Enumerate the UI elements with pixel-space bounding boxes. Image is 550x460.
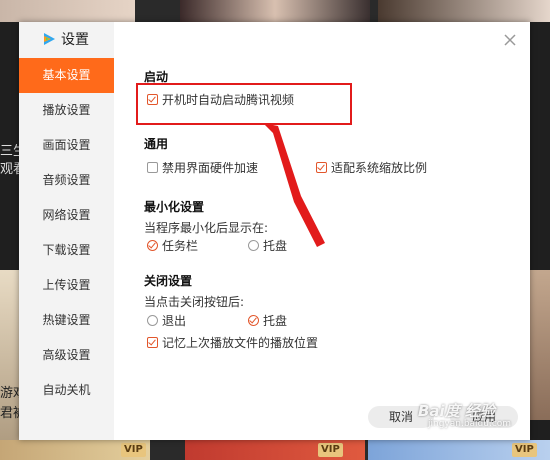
settings-dialog: 设置 基本设置 播放设置 画面设置 音频设置 网络设置 下载设置 上传设置 热键… <box>19 22 530 440</box>
background-thumbnail <box>378 0 550 22</box>
vip-badge: VIP <box>121 443 146 457</box>
background-thumbnail <box>180 0 370 22</box>
vip-badge: VIP <box>318 443 343 457</box>
annotation-arrow <box>263 123 325 247</box>
watermark-subtext: jingyan.baidu.com <box>428 419 512 429</box>
vip-badge: VIP <box>512 443 537 457</box>
watermark-text: Bai度 经验 <box>418 402 495 420</box>
background-thumbnail <box>530 270 550 420</box>
background-thumbnail <box>0 0 135 22</box>
